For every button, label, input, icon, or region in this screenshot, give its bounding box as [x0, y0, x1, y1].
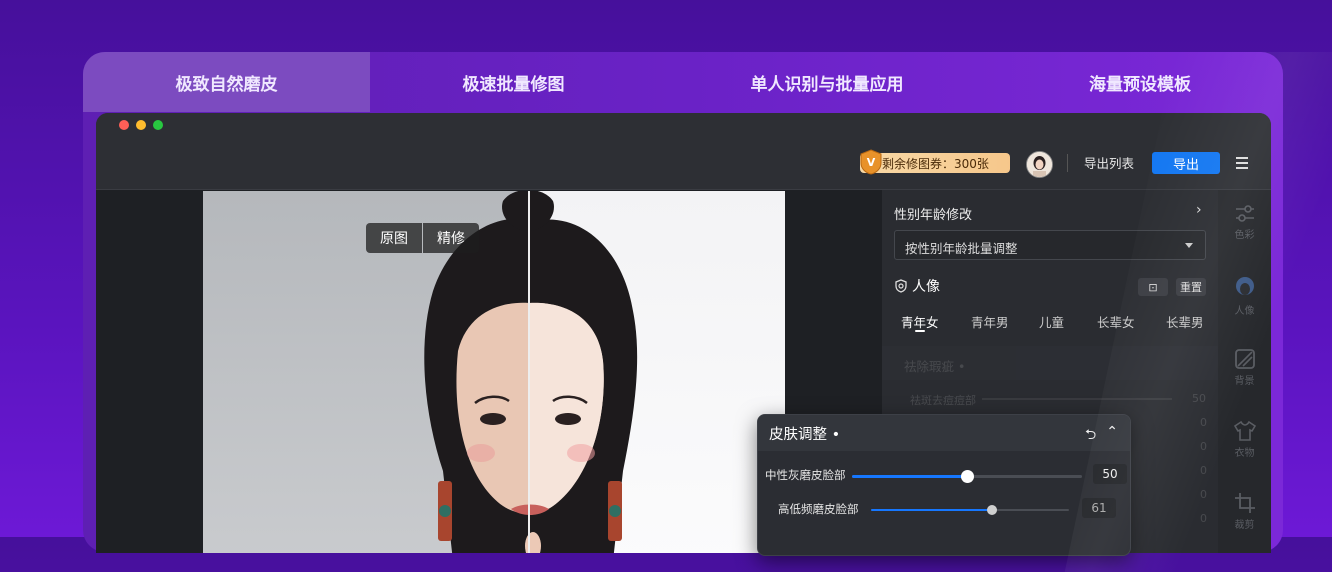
blemish-title: 祛除瑕疵 •: [904, 359, 966, 374]
slider-value[interactable]: 50: [1093, 464, 1127, 484]
chevron-down-icon: [1185, 243, 1193, 248]
user-avatar[interactable]: [1026, 151, 1053, 178]
shirt-icon: [1233, 420, 1256, 441]
skin-adjust-popup: 皮肤调整 • ⮌ ⌃ 中性灰磨皮脸部 50 高低频磨皮脸部 61: [757, 414, 1131, 556]
voucher-text: 剩余修图券：300张: [882, 156, 989, 171]
faded-value: 0: [1200, 416, 1207, 429]
tab-elder-male[interactable]: 长辈男: [1166, 312, 1204, 331]
slider-knob[interactable]: [986, 505, 997, 515]
faded-value: 0: [1200, 464, 1207, 477]
faded-value: 0: [1200, 440, 1207, 453]
portrait-illustration: [424, 191, 638, 553]
frequency-slider[interactable]: [871, 505, 1069, 515]
popup-controls: ⮌ ⌃: [1085, 424, 1118, 448]
tab-young-female[interactable]: 青年女: [901, 312, 939, 331]
chevron-right-icon[interactable]: ›: [1196, 202, 1202, 218]
tab-elder-female[interactable]: 长辈女: [1097, 312, 1135, 331]
sidebar-item-portrait[interactable]: 人像: [1218, 276, 1271, 317]
tab-young-male[interactable]: 青年男: [971, 312, 1009, 331]
reset-button[interactable]: 重置: [1176, 278, 1206, 296]
sliders-icon: [1235, 205, 1254, 222]
sidebar-item-background[interactable]: 背景: [1218, 348, 1271, 387]
original-label[interactable]: 原图: [366, 223, 422, 253]
faded-value: 0: [1200, 488, 1207, 501]
crop-icon: [1234, 493, 1255, 513]
compare-divider[interactable]: [528, 191, 530, 553]
blemish-slider-label: 祛斑去痘痘部: [910, 394, 976, 407]
slider-label: 中性灰磨皮脸部: [765, 468, 846, 482]
slider-value[interactable]: 61: [1082, 498, 1116, 518]
retouched-label[interactable]: 精修: [423, 223, 479, 253]
slider-label: 高低频磨皮脸部: [778, 502, 859, 516]
neutral-gray-slider[interactable]: [852, 470, 1082, 483]
topbar-separator: [1067, 154, 1068, 172]
portrait-photo: [203, 191, 785, 553]
slider-row-neutral-gray: 中性灰磨皮脸部 50: [758, 463, 1130, 489]
section-title: 性别年龄修改: [894, 208, 973, 223]
vip-letter: V: [867, 156, 876, 169]
portrait-icon: [1235, 277, 1254, 295]
sidebar-label: 裁剪: [1234, 520, 1255, 531]
tab-batch-retouch[interactable]: 极速批量修图: [370, 52, 657, 112]
export-list-link[interactable]: 导出列表: [1084, 153, 1134, 172]
sidebar-item-color[interactable]: 色彩: [1218, 204, 1271, 241]
blemish-value: 50: [1192, 392, 1206, 405]
sidebar-label: 人像: [1234, 306, 1255, 317]
popup-title: 皮肤调整 •: [769, 426, 841, 443]
select-value: 按性别年龄批量调整: [905, 241, 1018, 256]
tab-natural-skin[interactable]: 极致自然磨皮: [83, 52, 370, 112]
app-topbar: 剩余修图券：300张 V 导出列表 导出: [96, 113, 1271, 190]
portrait-title: 人像: [912, 279, 940, 295]
background-icon: [1234, 349, 1255, 369]
window-close-dot[interactable]: [119, 120, 129, 130]
sidebar-label: 衣物: [1234, 448, 1255, 459]
shield-face-icon: [895, 279, 907, 293]
sidebar-item-crop[interactable]: 裁剪: [1218, 492, 1271, 531]
window-maximize-dot[interactable]: [153, 120, 163, 130]
slider-knob[interactable]: [960, 470, 974, 483]
popup-header: 皮肤调整 •: [758, 415, 1130, 451]
adjust-mode-select[interactable]: 按性别年龄批量调整: [894, 230, 1206, 260]
faded-value: 0: [1200, 512, 1207, 525]
tab-child[interactable]: 儿童: [1039, 312, 1064, 331]
slider-row-frequency: 高低频磨皮脸部 61: [758, 497, 1130, 523]
menu-icon[interactable]: [1236, 157, 1248, 172]
sidebar-label: 背景: [1234, 376, 1255, 387]
feature-tabs: 极致自然磨皮 极速批量修图 单人识别与批量应用 海量预设模板: [83, 52, 1283, 112]
active-tab-underline: [915, 330, 925, 332]
face-scan-icon[interactable]: ⊡: [1138, 278, 1168, 296]
sidebar-label: 色彩: [1234, 230, 1255, 241]
window-minimize-dot[interactable]: [136, 120, 146, 130]
tab-preset-templates[interactable]: 海量预设模板: [997, 52, 1283, 112]
voucher-badge[interactable]: 剩余修图券：300张: [860, 153, 1010, 173]
export-button[interactable]: 导出: [1152, 152, 1220, 174]
person-tabs: 青年女 青年男 儿童 长辈女 长辈男: [882, 312, 1218, 338]
sidebar-item-clothes[interactable]: 衣物: [1218, 420, 1271, 459]
undo-icon[interactable]: ⮌: [1085, 424, 1096, 448]
chevron-up-icon[interactable]: ⌃: [1106, 424, 1118, 448]
tool-sidebar: 色彩 人像 背景 衣物 裁剪: [1218, 190, 1271, 553]
vip-shield-icon: V: [860, 149, 882, 175]
tab-single-recognition[interactable]: 单人识别与批量应用: [657, 52, 997, 112]
portrait-header: 人像: [894, 276, 940, 296]
